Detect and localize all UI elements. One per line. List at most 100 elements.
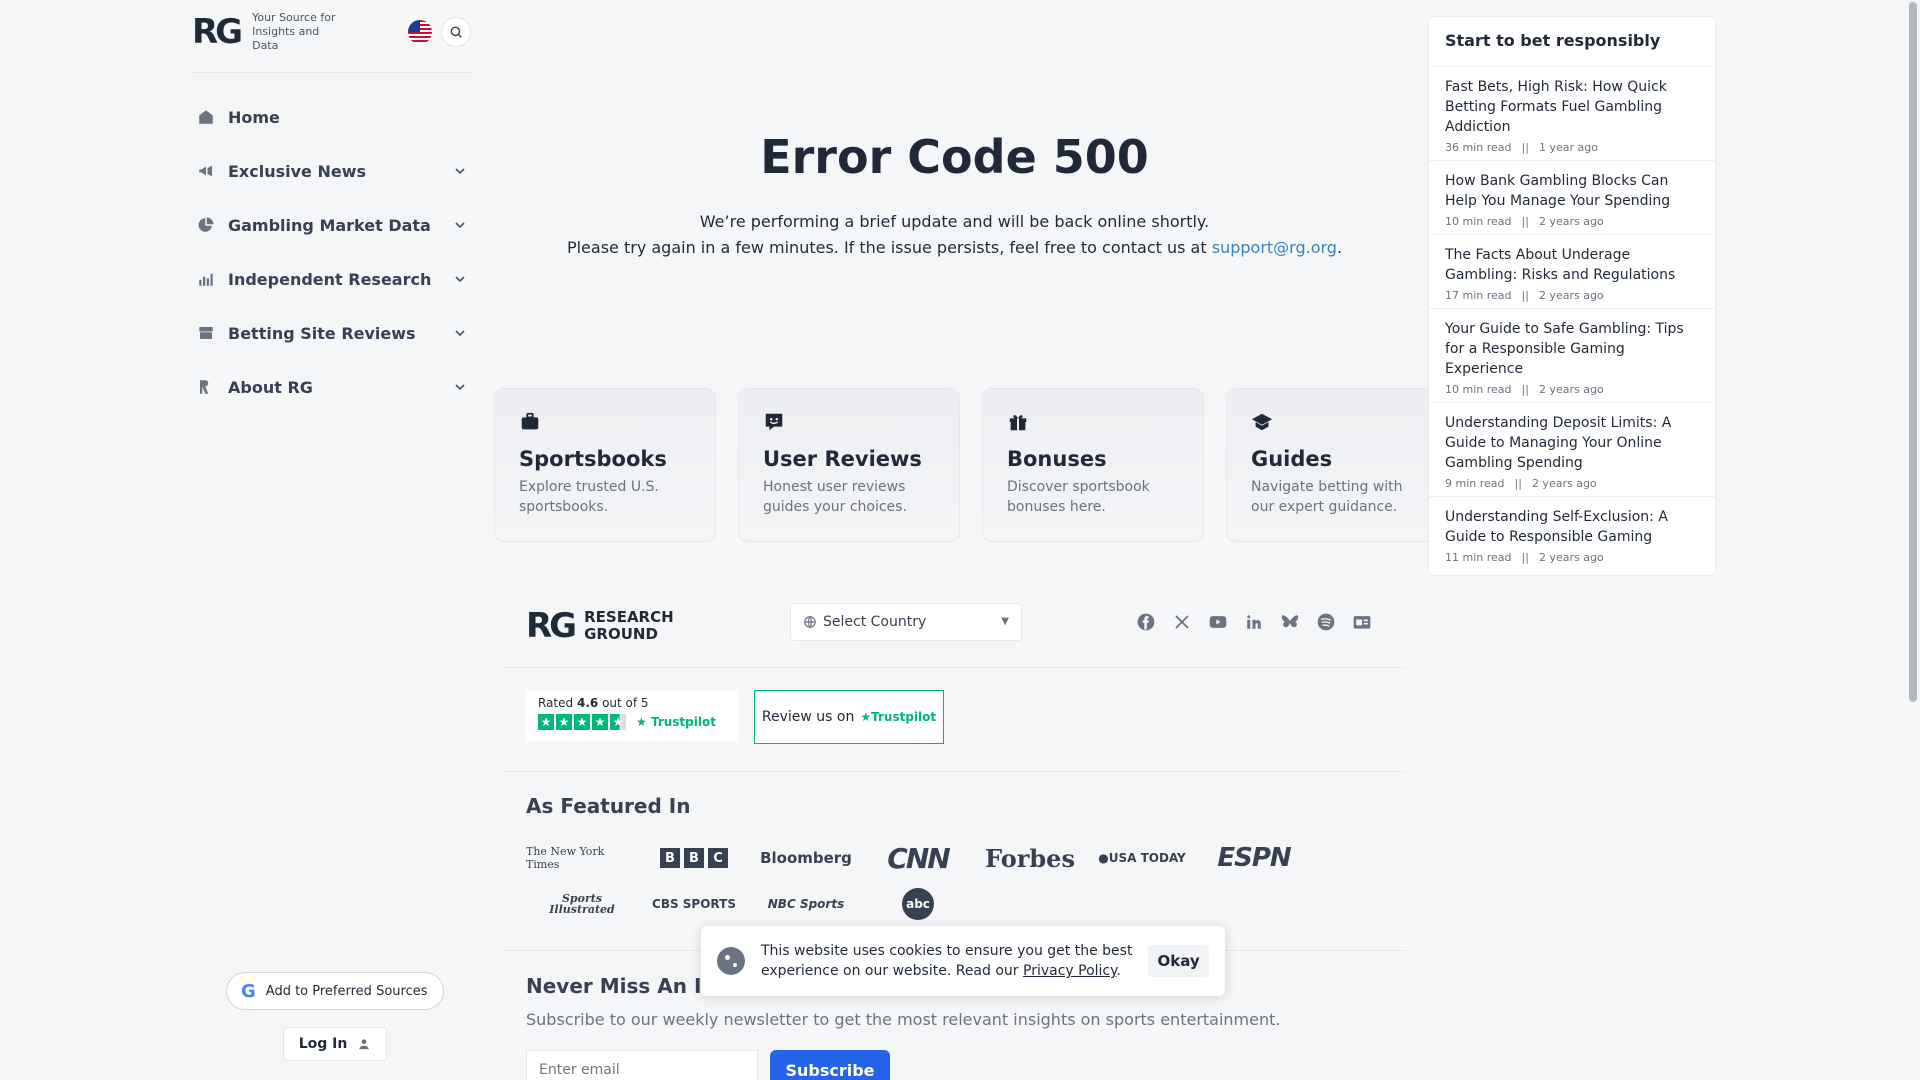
sidebar-item-about[interactable]: About RG: [192, 360, 474, 414]
read-time: 10 min read: [1445, 215, 1512, 228]
error-line-2-text: Please try again in a few minutes. If th…: [566, 238, 1207, 257]
x-twitter-icon[interactable]: [1172, 612, 1192, 632]
footer-logo-text: RESEARCH GROUND: [584, 609, 674, 643]
article-title[interactable]: Understanding Self-Exclusion: A Guide to…: [1445, 507, 1699, 547]
footer-logo[interactable]: RG RESEARCH GROUND: [526, 606, 674, 646]
graduation-cap-icon: [1251, 413, 1273, 431]
sidebar-nav: Home Exclusive News Gambling Market Data…: [192, 90, 474, 414]
cookie-okay-button[interactable]: Okay: [1148, 945, 1209, 977]
trustpilot-logo: ★Trustpilot: [860, 710, 937, 724]
linkedin-icon[interactable]: [1244, 612, 1264, 632]
rating-score: 4.6: [576, 696, 599, 710]
page-scrollbar[interactable]: [1906, 0, 1920, 1080]
brand-tagline: Your Source for Insights and Data: [252, 11, 336, 52]
article-item[interactable]: Fast Bets, High Risk: How Quick Betting …: [1429, 67, 1715, 161]
star-half-icon: ★: [610, 714, 626, 730]
footer-logo-mark: RG: [526, 606, 577, 646]
chevron-down-icon[interactable]: [452, 271, 468, 287]
card-title: Bonuses: [1007, 447, 1107, 471]
rg-icon: [196, 377, 216, 397]
article-title[interactable]: How Bank Gambling Blocks Can Help You Ma…: [1445, 171, 1699, 211]
error-message: We’re performing a brief update and will…: [492, 209, 1417, 261]
google-news-icon[interactable]: [1352, 612, 1372, 632]
globe-icon: [804, 616, 816, 628]
footer-trustpilot-row: Rated 4.6 out of 5 ★ ★ ★ ★ ★ ★ Trustpilo…: [502, 668, 1406, 772]
support-email-link[interactable]: support@rg.org: [1212, 238, 1337, 257]
bbc-letter: B: [684, 848, 704, 868]
article-item[interactable]: How Bank Gambling Blocks Can Help You Ma…: [1429, 161, 1715, 235]
error-title: Error Code 500: [760, 130, 1149, 184]
briefcase-icon: [521, 412, 539, 430]
scrollbar-thumb[interactable]: [1909, 2, 1917, 702]
card-guides[interactable]: Guides Navigate betting with our expert …: [1226, 388, 1448, 542]
bbc-logo: BBC: [638, 842, 750, 874]
card-description: Navigate betting with our expert guidanc…: [1251, 479, 1403, 515]
forbes-logo: Forbes: [985, 843, 1075, 873]
chevron-down-icon[interactable]: [452, 217, 468, 233]
review-us-button[interactable]: Review us on ★Trustpilot: [754, 690, 944, 744]
trustpilot-brand: ★ Trustpilot: [636, 715, 716, 729]
add-preferred-sources-button[interactable]: G Add to Preferred Sources: [226, 972, 444, 1010]
article-meta: 10 min read || 2 years ago: [1445, 383, 1699, 396]
nyt-logo: The New York Times: [526, 845, 605, 871]
article-item[interactable]: The Facts About Underage Gambling: Risks…: [1429, 235, 1715, 309]
article-item[interactable]: Understanding Self-Exclusion: A Guide to…: [1429, 497, 1715, 570]
cookie-icon: [717, 947, 745, 975]
star-icon: ★: [574, 714, 590, 730]
review-us-label: Review us on: [761, 709, 855, 725]
facebook-icon[interactable]: [1136, 612, 1156, 632]
sidebar-item-market-data[interactable]: Gambling Market Data: [192, 198, 474, 252]
trustpilot-rating[interactable]: Rated 4.6 out of 5 ★ ★ ★ ★ ★ ★ Trustpilo…: [526, 690, 738, 742]
card-bonuses[interactable]: Bonuses Discover sportsbook bonuses here…: [982, 388, 1204, 542]
sidebar-item-reviews[interactable]: Betting Site Reviews: [192, 306, 474, 360]
nbc-sports-logo: NBC Sports: [767, 897, 845, 911]
footer-top-row: RG RESEARCH GROUND Select Country ▼: [502, 588, 1406, 668]
si-line-2: Illustrated: [549, 903, 615, 916]
social-links: [1136, 612, 1372, 632]
chevron-down-icon[interactable]: [452, 163, 468, 179]
cnn-logo: CNN: [887, 841, 950, 875]
sidebar-divider: [192, 72, 474, 73]
trustpilot-logo-label: Trustpilot: [871, 710, 937, 724]
chevron-down-icon[interactable]: [452, 325, 468, 341]
sidebar-item-research[interactable]: Independent Research: [192, 252, 474, 306]
bluesky-icon[interactable]: [1280, 612, 1300, 632]
newsletter-email-input[interactable]: [526, 1050, 758, 1080]
chevron-down-icon[interactable]: [452, 379, 468, 395]
pie-chart-icon: [196, 215, 216, 235]
login-button[interactable]: Log In: [283, 1027, 387, 1061]
sidebar-item-exclusive-news[interactable]: Exclusive News: [192, 144, 474, 198]
read-time: 9 min read: [1445, 477, 1505, 490]
panel-title: Start to bet responsibly: [1429, 17, 1715, 67]
search-button[interactable]: [441, 17, 471, 47]
card-user-reviews[interactable]: User Reviews Honest user reviews guides …: [738, 388, 960, 542]
country-select-label: Select Country: [823, 614, 927, 630]
cookie-text: This website uses cookies to ensure you …: [761, 941, 1138, 981]
article-item[interactable]: Understanding Deposit Limits: A Guide to…: [1429, 403, 1715, 497]
privacy-policy-link[interactable]: Privacy Policy: [1023, 963, 1116, 979]
trustpilot-stars: ★ ★ ★ ★ ★ ★ Trustpilot: [538, 714, 726, 730]
us-flag-icon[interactable]: [408, 20, 432, 44]
sports-illustrated-logo: Sports Illustrated: [526, 888, 638, 920]
meta-separator: ||: [1521, 383, 1529, 396]
read-time: 36 min read: [1445, 141, 1512, 154]
country-select[interactable]: Select Country ▼: [790, 603, 1022, 641]
subscribe-button[interactable]: Subscribe: [770, 1050, 890, 1080]
star-icon: ★: [556, 714, 572, 730]
caret-down-icon: ▼: [1001, 616, 1009, 627]
cbs-sports-logo: CBS SPORTS: [652, 897, 736, 911]
sidebar-item-home[interactable]: Home: [192, 90, 474, 144]
youtube-icon[interactable]: [1208, 612, 1228, 632]
article-item[interactable]: Your Guide to Safe Gambling: Tips for a …: [1429, 309, 1715, 403]
article-title[interactable]: The Facts About Underage Gambling: Risks…: [1445, 245, 1699, 285]
card-sportsbooks[interactable]: Sportsbooks Explore trusted U.S. sportsb…: [494, 388, 716, 542]
article-title[interactable]: Your Guide to Safe Gambling: Tips for a …: [1445, 319, 1699, 379]
espn-logo: ESPN: [1217, 843, 1291, 873]
article-title[interactable]: Understanding Deposit Limits: A Guide to…: [1445, 413, 1699, 473]
spotify-icon[interactable]: [1316, 612, 1336, 632]
rg-logo[interactable]: RG: [192, 12, 243, 52]
article-title[interactable]: Fast Bets, High Risk: How Quick Betting …: [1445, 77, 1699, 137]
sidebar-item-label: Betting Site Reviews: [228, 323, 416, 343]
trustpilot-rated-text: Rated 4.6 out of 5: [538, 696, 726, 710]
usa-today-label: USA TODAY: [1108, 851, 1186, 865]
